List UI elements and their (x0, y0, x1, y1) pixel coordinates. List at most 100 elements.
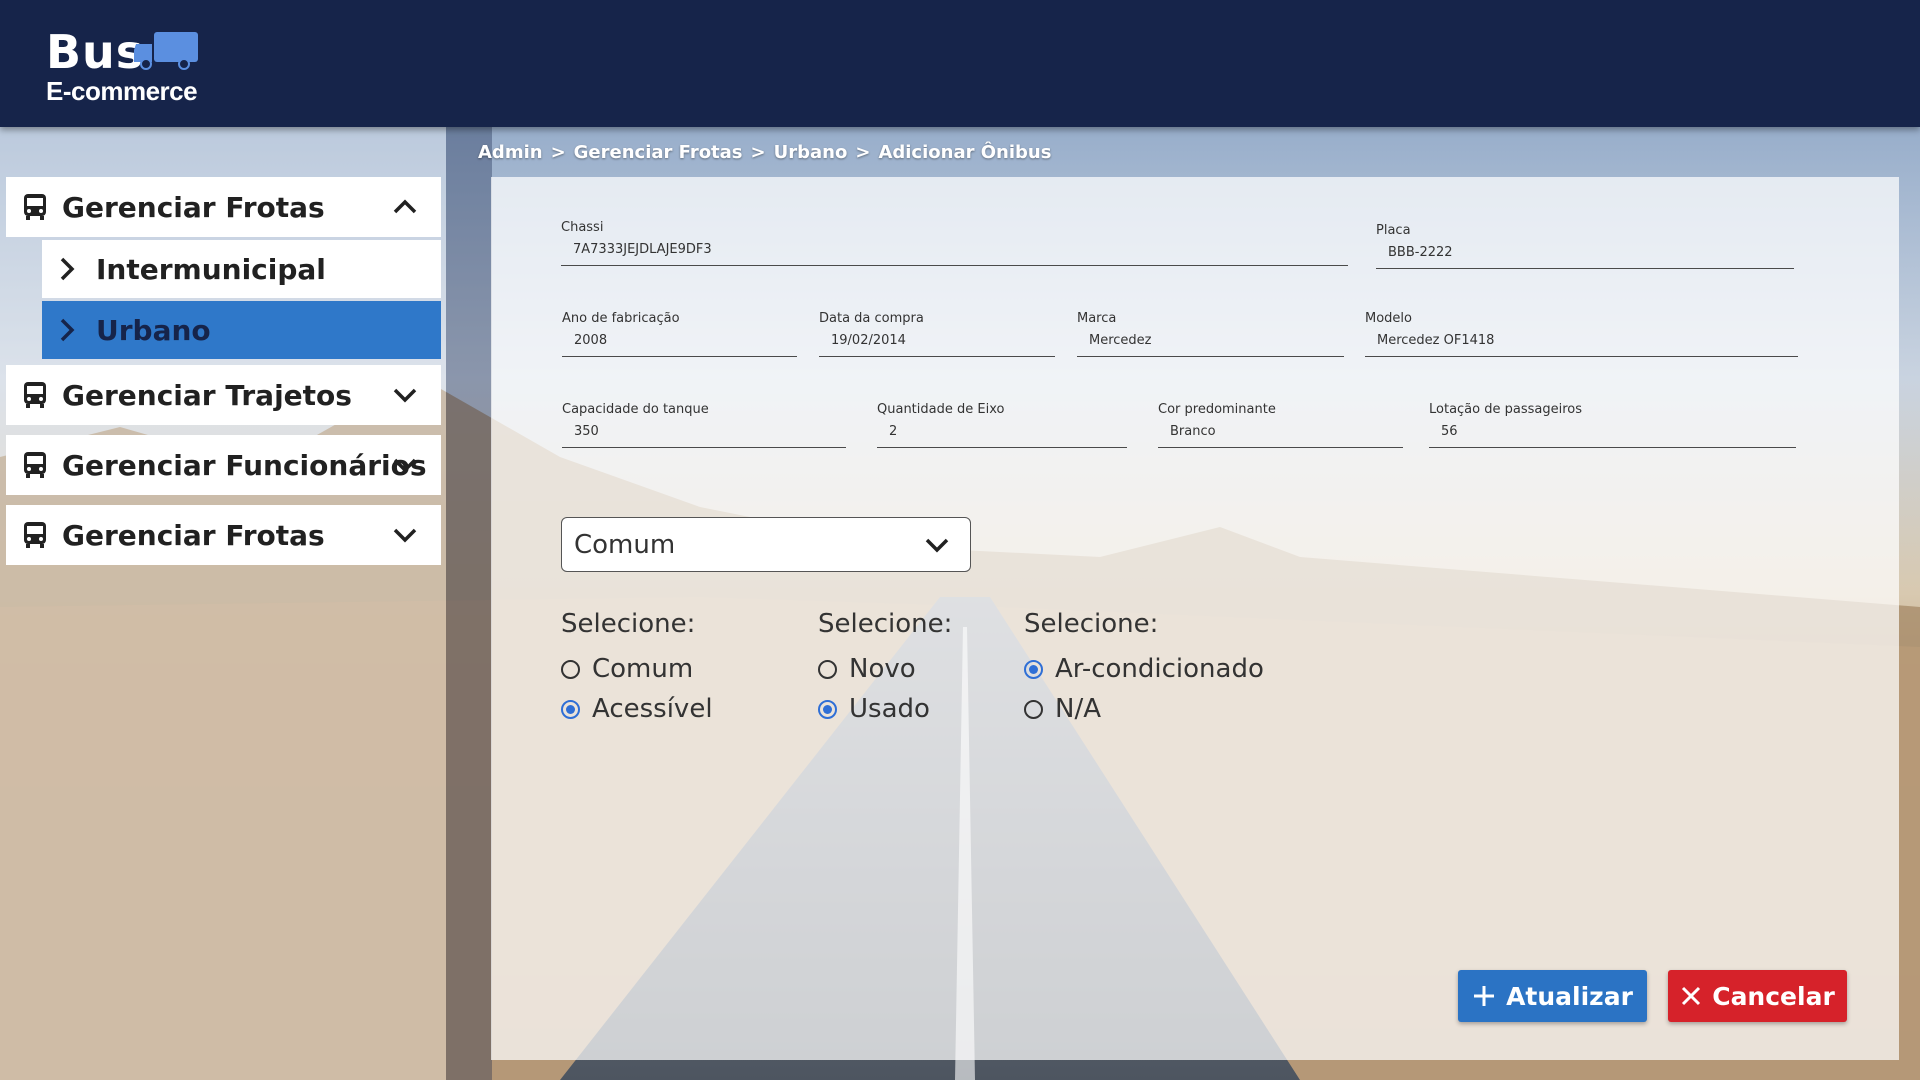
data-compra-label: Data da compra (819, 311, 924, 326)
quantidade-eixo-field: Quantidade de Eixo (877, 402, 1127, 448)
plus-icon (1474, 986, 1495, 1006)
radio-group-climatizacao: Selecione: Ar-condicionado N/A (1024, 609, 1264, 729)
sidebar-item-label: Urbano (96, 313, 211, 347)
placa-input[interactable] (1388, 245, 1790, 260)
radio-novo[interactable]: Novo (818, 649, 952, 689)
bus-icon (24, 522, 46, 548)
chevron-down-icon (925, 538, 949, 553)
radio-button-unchecked[interactable] (818, 659, 837, 679)
modelo-label: Modelo (1365, 311, 1412, 326)
placa-label: Placa (1376, 223, 1411, 238)
sidebar-item-urbano[interactable]: Urbano (42, 301, 441, 359)
radio-group-condicao: Selecione: Novo Usado (818, 609, 952, 729)
breadcrumb: Admin > Gerenciar Frotas > Urbano > Adic… (478, 142, 1051, 163)
marca-field: Marca (1077, 311, 1344, 357)
atualizar-label: Atualizar (1506, 981, 1633, 1011)
radio-label: Acessível (592, 694, 713, 724)
sidebar-item-label: Intermunicipal (96, 252, 326, 286)
quantidade-eixo-input[interactable] (889, 424, 1123, 439)
quantidade-eixo-label: Quantidade de Eixo (877, 402, 1005, 417)
capacidade-tanque-field: Capacidade do tanque (562, 402, 846, 448)
radio-acessivel[interactable]: Acessível (561, 689, 713, 729)
chevron-down-icon[interactable] (391, 451, 419, 479)
cor-predominante-field: Cor predominante (1158, 402, 1403, 448)
sidebar-divider (446, 127, 492, 1080)
breadcrumb-separator: > (550, 142, 566, 163)
lotacao-passageiros-label: Lotação de passageiros (1429, 402, 1582, 417)
breadcrumb-separator: > (855, 142, 871, 163)
chevron-up-icon[interactable] (391, 193, 419, 221)
lotacao-passageiros-field: Lotação de passageiros (1429, 402, 1796, 448)
radio-usado[interactable]: Usado (818, 689, 952, 729)
breadcrumb-separator: > (750, 142, 766, 163)
marca-input[interactable] (1089, 333, 1340, 348)
radio-group-title: Selecione: (818, 609, 953, 639)
radio-label: Novo (849, 654, 916, 684)
radio-group-title: Selecione: (1024, 609, 1159, 639)
radio-label: N/A (1055, 694, 1101, 724)
bus-icon (24, 382, 46, 408)
capacidade-tanque-label: Capacidade do tanque (562, 402, 709, 417)
chevron-down-icon[interactable] (391, 521, 419, 549)
cor-predominante-label: Cor predominante (1158, 402, 1276, 417)
radio-button-checked[interactable] (561, 699, 580, 719)
radio-group-title: Selecione: (561, 609, 696, 639)
sidebar-group-gerenciar-frotas-2[interactable]: Gerenciar Frotas (6, 505, 441, 565)
radio-label: Usado (849, 694, 930, 724)
brand-logo[interactable]: Bus E-commerce (46, 26, 206, 106)
atualizar-button[interactable]: Atualizar (1458, 970, 1647, 1022)
lotacao-passageiros-input[interactable] (1441, 424, 1792, 439)
radio-button-unchecked[interactable] (1024, 699, 1043, 719)
bus-icon (24, 452, 46, 478)
ano-fabricacao-label: Ano de fabricação (562, 311, 680, 326)
tipo-select[interactable]: Comum (561, 517, 971, 572)
truck-icon (134, 32, 198, 70)
top-header: Bus E-commerce (0, 0, 1920, 127)
sidebar-group-gerenciar-funcionarios[interactable]: Gerenciar Funcionários (6, 435, 441, 495)
ano-fabricacao-field: Ano de fabricação (562, 311, 797, 357)
brand-name: Bus (46, 25, 145, 79)
breadcrumb-urbano[interactable]: Urbano (774, 142, 848, 163)
bus-icon (24, 194, 46, 220)
breadcrumb-admin[interactable]: Admin (478, 142, 543, 163)
brand-subtitle: E-commerce (46, 76, 198, 106)
radio-button-unchecked[interactable] (561, 659, 580, 679)
sidebar: Gerenciar Frotas Intermunicipal Urbano G… (0, 127, 446, 1080)
radio-button-checked[interactable] (818, 699, 837, 719)
modelo-input[interactable] (1377, 333, 1794, 348)
sidebar-group-label: Gerenciar Funcionários (62, 448, 427, 482)
cancelar-button[interactable]: Cancelar (1668, 970, 1847, 1022)
tipo-select-value: Comum (574, 529, 676, 560)
close-icon (1682, 986, 1701, 1006)
sidebar-group-gerenciar-trajetos[interactable]: Gerenciar Trajetos (6, 365, 441, 425)
radio-label: Comum (592, 654, 694, 684)
modelo-field: Modelo (1365, 311, 1798, 357)
sidebar-group-label: Gerenciar Frotas (62, 190, 325, 224)
capacidade-tanque-input[interactable] (574, 424, 842, 439)
breadcrumb-current: Adicionar Ônibus (878, 142, 1052, 163)
radio-comum[interactable]: Comum (561, 649, 713, 689)
cor-predominante-input[interactable] (1170, 424, 1399, 439)
radio-button-checked[interactable] (1024, 659, 1043, 679)
sidebar-group-label: Gerenciar Frotas (62, 518, 325, 552)
chevron-right-icon (60, 318, 75, 342)
placa-field: Placa (1376, 223, 1794, 269)
ano-fabricacao-input[interactable] (574, 333, 793, 348)
sidebar-group-label: Gerenciar Trajetos (62, 378, 352, 412)
radio-label: Ar-condicionado (1055, 654, 1264, 684)
radio-ar-condicionado[interactable]: Ar-condicionado (1024, 649, 1264, 689)
chevron-down-icon[interactable] (391, 381, 419, 409)
chassi-label: Chassi (561, 220, 604, 235)
cancelar-label: Cancelar (1712, 981, 1835, 1011)
chassi-input[interactable] (573, 242, 1344, 257)
bus-form-panel: Chassi Placa Ano de fabricação Data da c… (491, 177, 1899, 1060)
radio-group-acessibilidade: Selecione: Comum Acessível (561, 609, 713, 729)
data-compra-field: Data da compra (819, 311, 1055, 357)
sidebar-item-intermunicipal[interactable]: Intermunicipal (42, 240, 441, 298)
chevron-right-icon (60, 257, 75, 281)
data-compra-input[interactable] (831, 333, 1051, 348)
breadcrumb-gerenciar-frotas[interactable]: Gerenciar Frotas (574, 142, 743, 163)
sidebar-group-gerenciar-frotas[interactable]: Gerenciar Frotas (6, 177, 441, 237)
marca-label: Marca (1077, 311, 1117, 326)
radio-na[interactable]: N/A (1024, 689, 1264, 729)
